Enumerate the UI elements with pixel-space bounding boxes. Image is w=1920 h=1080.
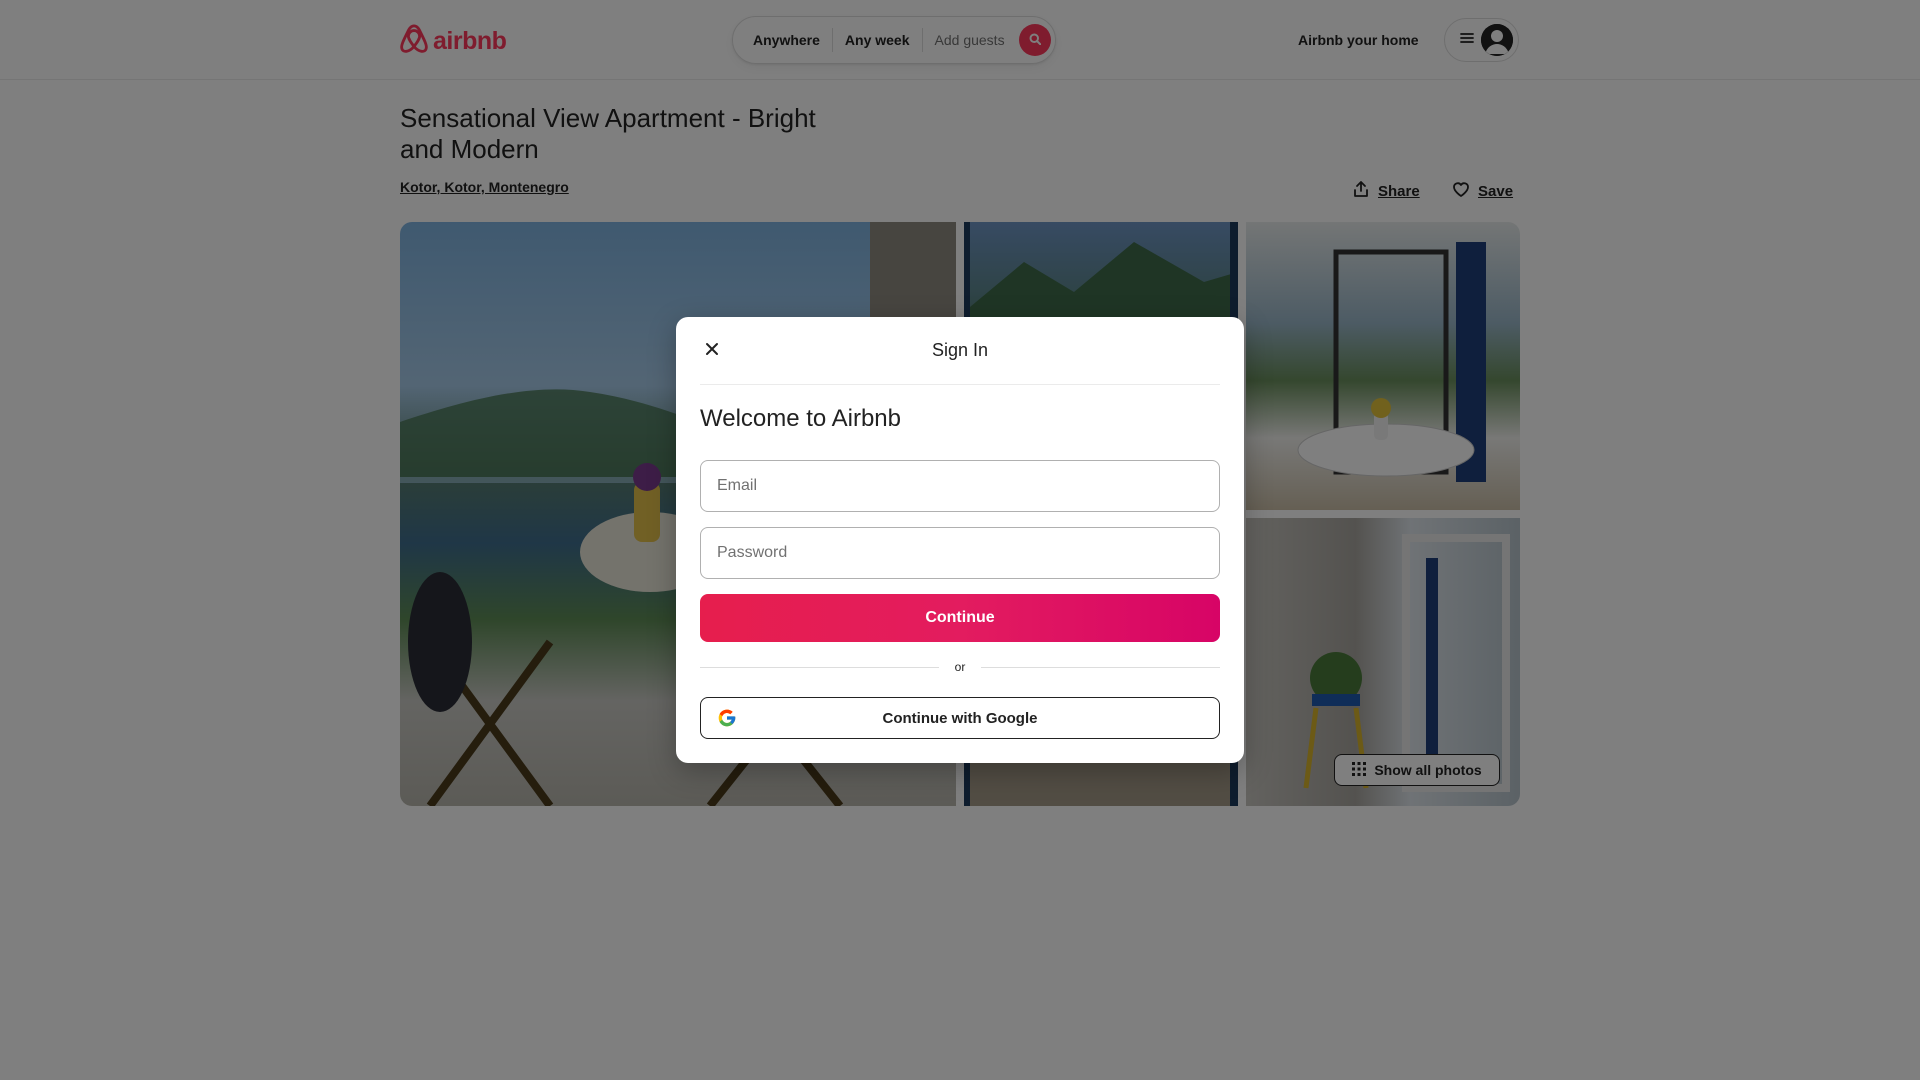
close-icon	[705, 342, 719, 361]
continue-button[interactable]: Continue	[700, 594, 1220, 642]
google-button-label: Continue with Google	[882, 709, 1038, 727]
continue-with-google-button[interactable]: Continue with Google	[700, 697, 1220, 739]
modal-title: Sign In	[931, 340, 989, 360]
modal-header: Sign In	[700, 317, 1220, 385]
divider-line	[700, 666, 939, 668]
divider-line	[981, 666, 1221, 668]
email-field[interactable]	[700, 460, 1220, 512]
close-button[interactable]	[700, 339, 724, 363]
or-divider: or	[700, 659, 1221, 675]
google-icon	[717, 708, 737, 728]
welcome-heading: Welcome to Airbnb	[700, 405, 901, 432]
sign-in-modal: Sign In Welcome to Airbnb Continue or Co…	[676, 317, 1244, 763]
password-field[interactable]	[700, 527, 1220, 579]
or-label: or	[954, 660, 966, 674]
